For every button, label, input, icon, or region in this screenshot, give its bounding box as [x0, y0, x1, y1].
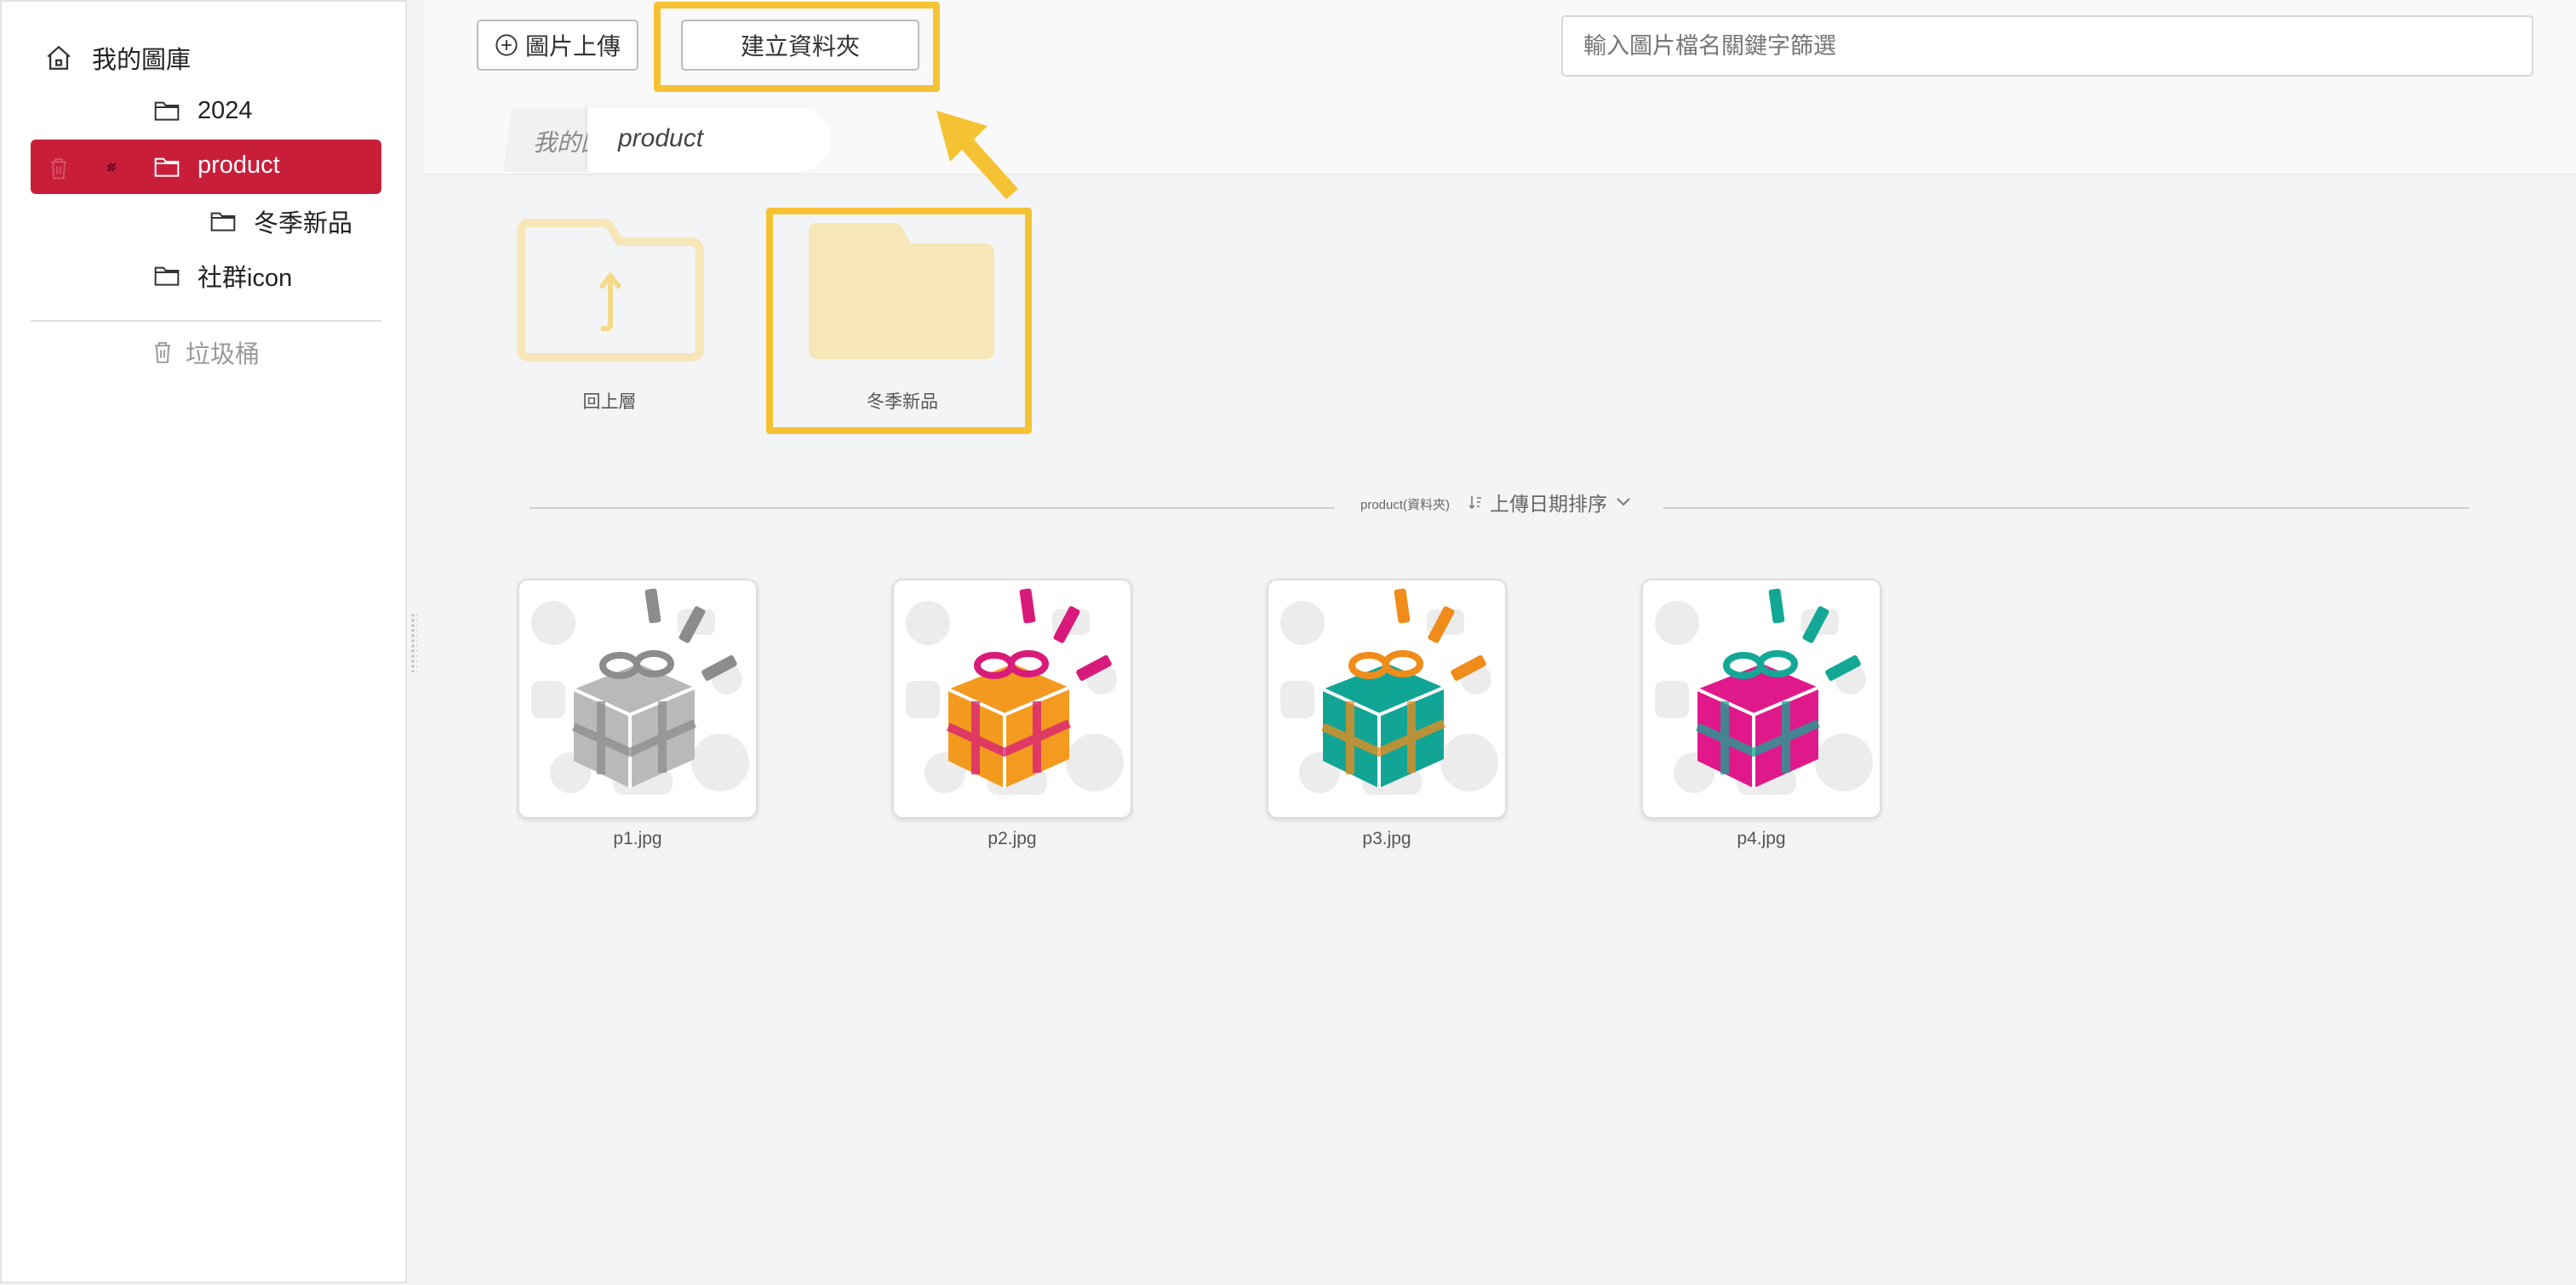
image-thumbnail[interactable] [1641, 579, 1881, 819]
image-thumbnail[interactable] [1267, 579, 1507, 819]
sort-label: 上傳日期排序 [1490, 493, 1607, 515]
chevron-down-icon [1617, 498, 1630, 506]
plus-circle-icon [495, 34, 518, 56]
image-filename: p4.jpg [1737, 829, 1786, 848]
image-filename: p1.jpg [613, 829, 662, 848]
sidebar-root-label: 我的圖庫 [92, 47, 192, 74]
upload-button[interactable]: 圖片上傳 [477, 20, 638, 71]
folder-icon [154, 266, 180, 286]
breadcrumb-current-label: product [618, 124, 704, 152]
folder-icon [154, 101, 180, 121]
home-icon [47, 45, 71, 70]
section-divider-right [1663, 507, 2469, 509]
sidebar-folder-label: product [197, 151, 280, 179]
sidebar-folder-social-icon[interactable]: 社群icon [153, 248, 292, 303]
sidebar-folder-winter-new[interactable]: 冬季新品 [209, 194, 352, 248]
upload-button-label: 圖片上傳 [524, 33, 621, 60]
gift-box-icon [1280, 588, 1498, 795]
image-thumbnail[interactable] [892, 579, 1132, 819]
sidebar-folder-product[interactable]: product [31, 140, 381, 194]
gift-box-icon [1655, 588, 1873, 795]
tutorial-highlight-box [766, 208, 1032, 434]
sidebar-folder-label: 2024 [197, 96, 253, 124]
toolbar: 圖片上傳 建立資料夾 我的圖庫 product [424, 0, 2576, 199]
breadcrumb-root-label: 我的圖庫 [533, 129, 592, 156]
image-filename: p3.jpg [1362, 829, 1411, 848]
sidebar: 我的圖庫 2024 product 冬季新品 社群icon 垃圾桶 [0, 0, 407, 1283]
sidebar-resize-handle[interactable] [410, 613, 417, 672]
folder-icon [154, 157, 180, 177]
gift-box-icon [906, 588, 1124, 795]
section-divider-left [530, 507, 1335, 509]
drag-handle-icon[interactable] [104, 157, 119, 175]
tutorial-highlight-box [654, 2, 940, 92]
trash-icon[interactable] [48, 157, 70, 180]
folder-up-label: 回上層 [582, 392, 637, 412]
folder-icon [210, 212, 236, 231]
sort-dropdown[interactable]: 上傳日期排序 [1468, 488, 1631, 516]
folder-up-icon [517, 219, 704, 362]
search-input[interactable] [1561, 15, 2533, 77]
sort-icon [1468, 496, 1481, 510]
arrow-pointer-icon [936, 111, 1018, 199]
sidebar-divider [31, 320, 381, 322]
sidebar-trash-label: 垃圾桶 [186, 341, 260, 368]
image-filename: p2.jpg [987, 829, 1037, 848]
sidebar-folder-label: 社群icon [197, 265, 293, 292]
sidebar-trash[interactable]: 垃圾桶 [152, 325, 260, 380]
sidebar-folder-label: 冬季新品 [254, 210, 353, 237]
gift-box-icon [531, 588, 749, 795]
trash-icon [154, 341, 171, 363]
section-title: product(資料夾) [1360, 498, 1451, 512]
sidebar-folder-2024[interactable]: 2024 [153, 83, 253, 138]
image-thumbnail[interactable] [518, 579, 758, 819]
sidebar-root-my-gallery[interactable]: 我的圖庫 [44, 31, 385, 85]
